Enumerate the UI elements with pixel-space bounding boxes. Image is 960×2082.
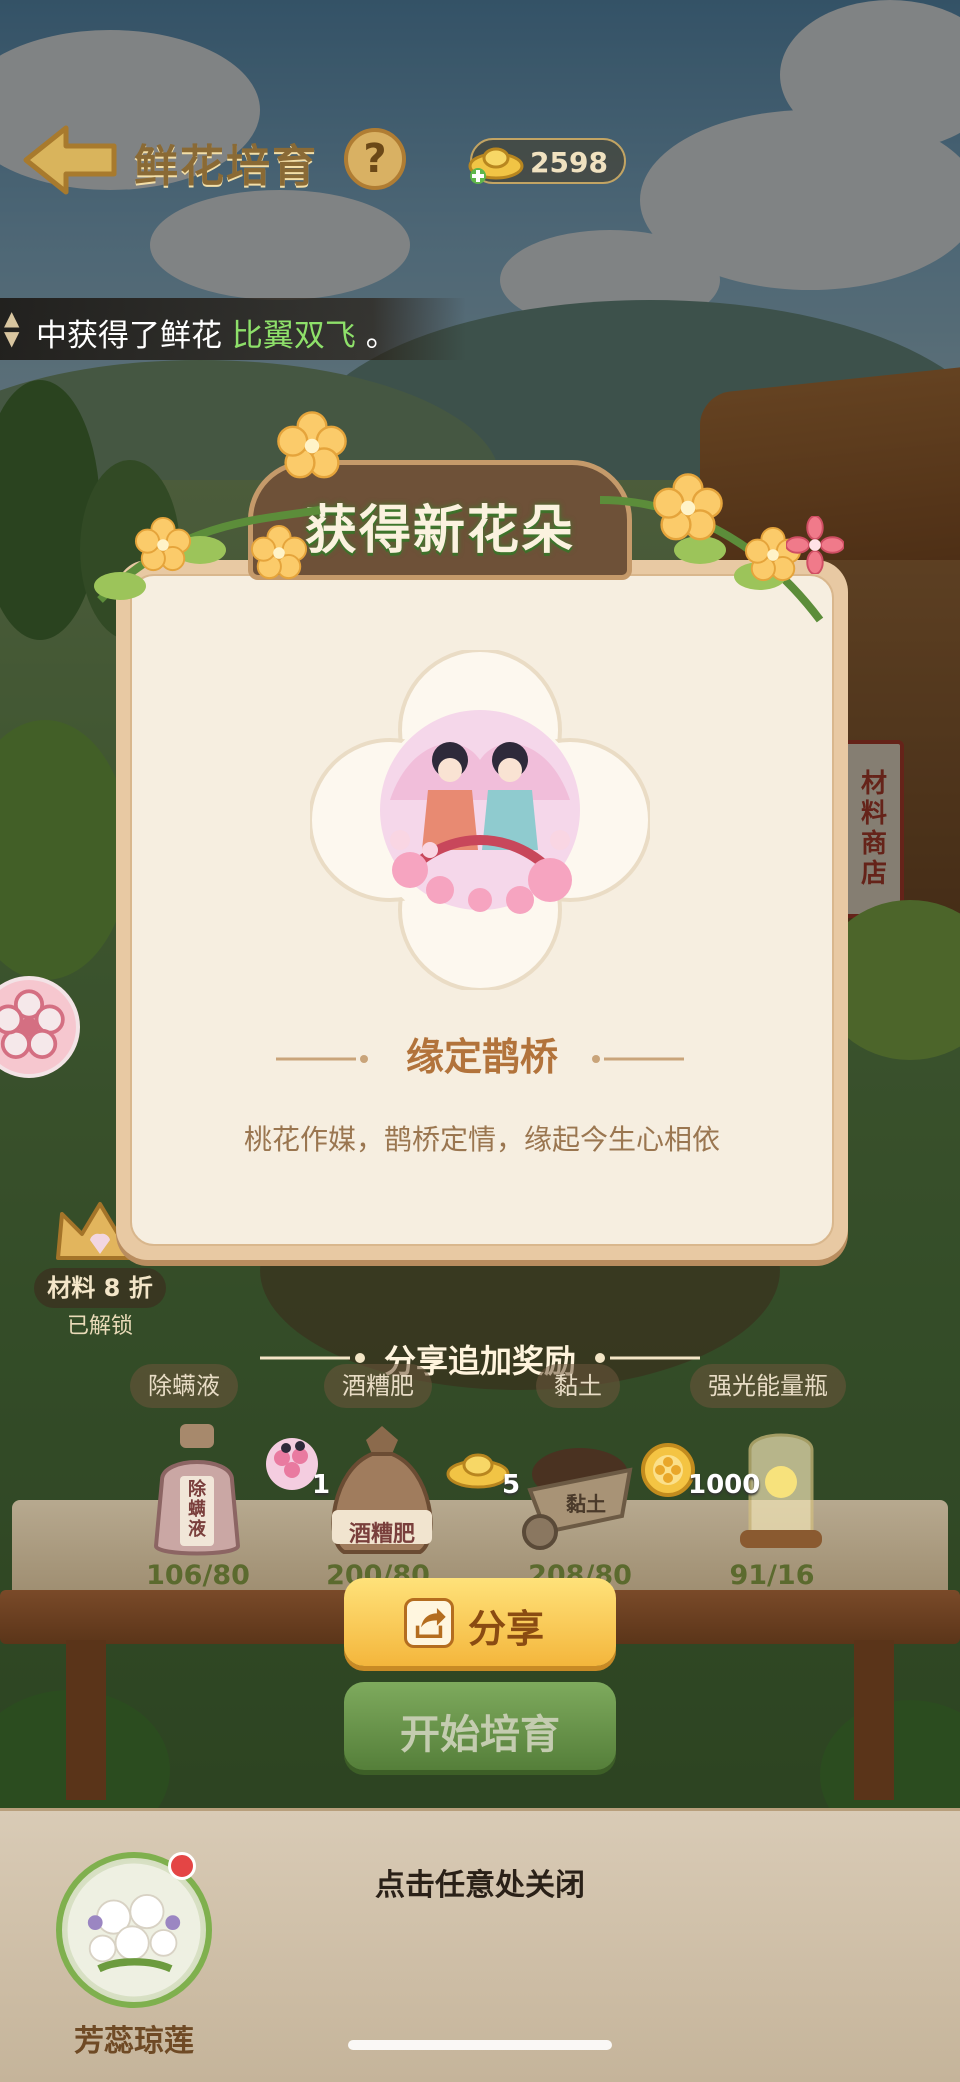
- back-arrow-icon[interactable]: [20, 120, 120, 200]
- discount-label: 材料 8 折: [34, 1268, 166, 1308]
- notice-text: 中获得了鲜花 比翼双飞 。: [36, 310, 397, 355]
- notice-suffix: 。: [355, 318, 397, 354]
- material-tag: 黏土: [536, 1364, 620, 1408]
- reward-qty: 1000: [688, 1470, 761, 1500]
- flower-artwork-badge: [310, 650, 650, 990]
- page-title: 鲜花培育: [134, 141, 318, 192]
- gold-ingot-count: 2598: [530, 146, 608, 179]
- fertilizer-bag-icon[interactable]: 酒糟肥: [322, 1420, 442, 1560]
- home-indicator[interactable]: [348, 2040, 612, 2050]
- notification-dot: [168, 1852, 196, 1880]
- cart-label: 黏土: [566, 1492, 606, 1516]
- material-count: 106/80: [146, 1560, 250, 1591]
- clay-cart-icon[interactable]: 黏土: [510, 1420, 640, 1560]
- scroll-arrows-icon: ▲ ▼: [4, 306, 20, 350]
- yellow-flower-icon: [250, 524, 308, 580]
- material-tags: 除螨液 酒糟肥 黏土 强光能量瓶: [0, 1364, 960, 1408]
- bottle-label: 除螨液: [188, 1479, 206, 1540]
- scrolling-notice: ▲ ▼ 中获得了鲜花 比翼双飞 。: [0, 298, 466, 360]
- yellow-flower-icon: [277, 411, 347, 479]
- material-tag: 酒糟肥: [324, 1364, 432, 1408]
- pink-flower-icon: [786, 516, 844, 574]
- start-cultivation-button[interactable]: 开始培育: [344, 1682, 616, 1770]
- gold-ingot-icon: [468, 147, 524, 184]
- table-leg: [854, 1640, 894, 1800]
- share-button[interactable]: 分享: [344, 1578, 616, 1666]
- bag-label: 酒糟肥: [348, 1522, 415, 1547]
- reward-qty: 1: [312, 1470, 331, 1500]
- help-button[interactable]: ?: [344, 128, 406, 190]
- reward-qty: 5: [502, 1470, 521, 1500]
- gold-ingot-balance[interactable]: 2598: [468, 138, 626, 184]
- gold-ingot-icon: [446, 1453, 510, 1489]
- material-count: 91/16: [729, 1560, 815, 1591]
- yellow-flower-icon: [134, 516, 192, 572]
- mite-liquid-bottle-icon[interactable]: 除螨液: [142, 1420, 252, 1560]
- notice-prefix: 中获得了鲜花: [36, 318, 232, 354]
- new-flower-description: 桃花作媒，鹊桥定情，缘起今生心相依: [243, 1123, 720, 1156]
- yellow-flower-icon: [653, 473, 723, 541]
- table-leg: [66, 1640, 106, 1800]
- share-button-label: 分享: [468, 1607, 545, 1651]
- notice-flower-name: 比翼双飞: [231, 318, 356, 354]
- material-tag: 强光能量瓶: [690, 1364, 846, 1408]
- new-flower-name: 缘定鹊桥: [405, 1035, 558, 1079]
- start-button-label: 开始培育: [400, 1712, 560, 1758]
- bottom-flower-name: 芳蕊琼莲: [74, 2024, 194, 2059]
- material-tag: 除螨液: [130, 1364, 238, 1408]
- share-icon: [404, 1598, 454, 1648]
